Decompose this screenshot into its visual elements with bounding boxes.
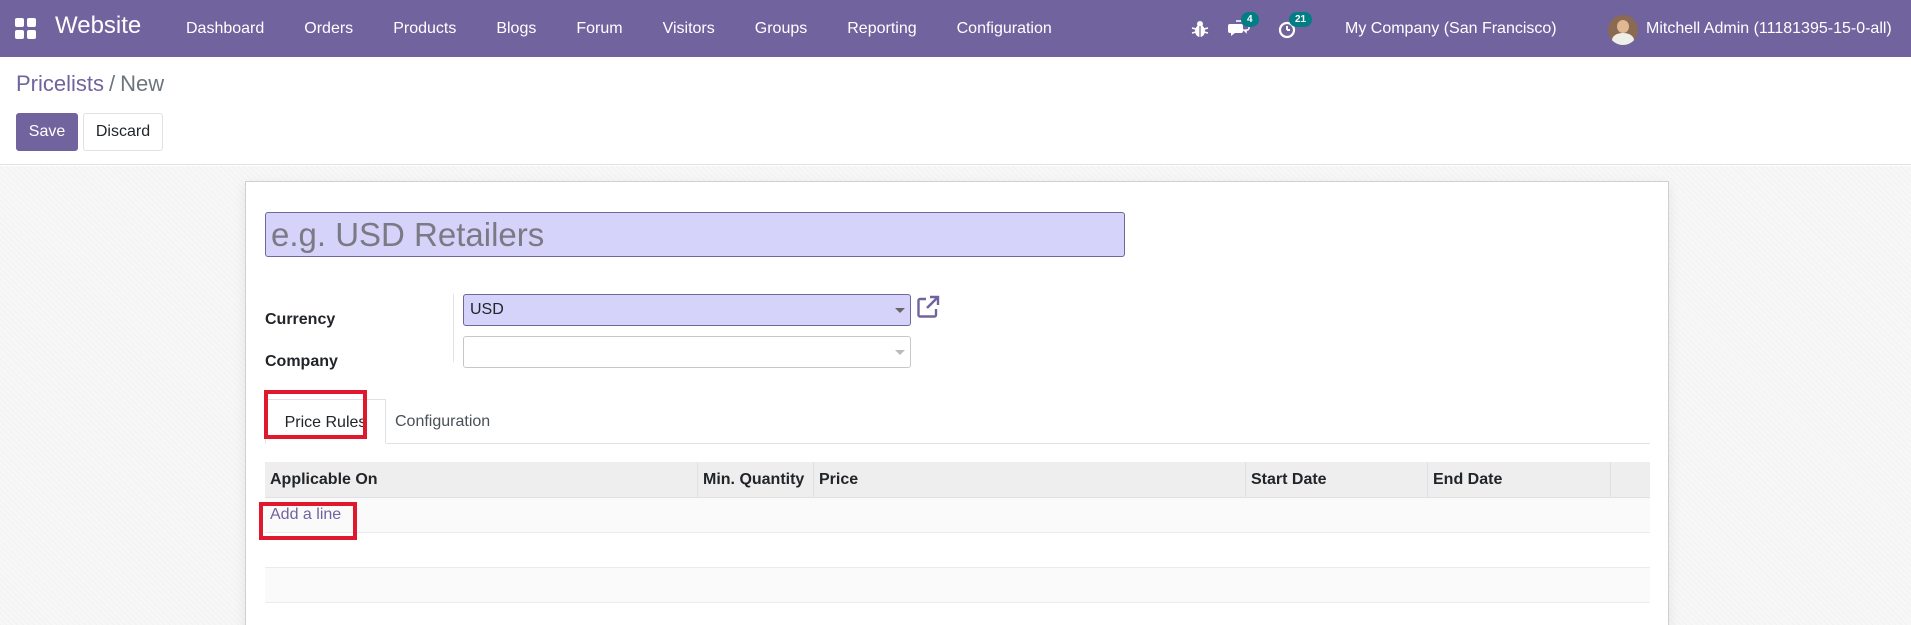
- column-min-quantity[interactable]: Min. Quantity: [698, 462, 814, 498]
- external-link-icon[interactable]: [915, 294, 941, 320]
- breadcrumb-pricelists-link[interactable]: Pricelists: [16, 71, 104, 96]
- form-view-background: Currency Company USD Price Rules Configu…: [0, 166, 1911, 625]
- tab-price-rules[interactable]: Price Rules: [265, 399, 386, 444]
- activities-badge: 21: [1289, 12, 1313, 27]
- currency-label: Currency: [265, 311, 336, 328]
- breadcrumb-separator: /: [109, 71, 116, 96]
- company-switcher[interactable]: My Company (San Francisco): [1345, 0, 1557, 57]
- menu-item-configuration[interactable]: Configuration: [937, 0, 1072, 57]
- user-menu[interactable]: Mitchell Admin (11181395-15-0-all): [1646, 0, 1892, 57]
- column-end-date[interactable]: End Date: [1428, 462, 1611, 498]
- app-switcher-icon[interactable]: [15, 18, 36, 39]
- menu-item-orders[interactable]: Orders: [284, 0, 373, 57]
- column-price[interactable]: Price: [814, 462, 1246, 498]
- pricelist-name-input[interactable]: [265, 212, 1125, 257]
- currency-select[interactable]: USD: [463, 294, 911, 326]
- menu-item-blogs[interactable]: Blogs: [476, 0, 556, 57]
- label-separator: [453, 294, 454, 362]
- breadcrumb-current: New: [120, 71, 165, 96]
- table-row: [265, 568, 1650, 603]
- activities-clock-icon[interactable]: 21: [1276, 12, 1313, 41]
- column-applicable-on[interactable]: Applicable On: [265, 462, 698, 498]
- price-rules-table: Applicable On Min. Quantity Price Start …: [265, 462, 1650, 603]
- menu-item-dashboard[interactable]: Dashboard: [166, 0, 284, 57]
- column-start-date[interactable]: Start Date: [1246, 462, 1428, 498]
- form-sheet: Currency Company USD Price Rules Configu…: [245, 181, 1669, 625]
- menu-item-reporting[interactable]: Reporting: [827, 0, 936, 57]
- table-row: [265, 533, 1650, 568]
- main-menu: Dashboard Orders Products Blogs Forum Vi…: [166, 0, 1072, 57]
- add-line-link[interactable]: Add a line: [270, 506, 341, 524]
- messages-icon[interactable]: 4: [1227, 12, 1259, 41]
- table-header: Applicable On Min. Quantity Price Start …: [265, 462, 1650, 498]
- chevron-down-icon: [895, 308, 905, 313]
- app-name[interactable]: Website: [55, 12, 141, 40]
- menu-item-visitors[interactable]: Visitors: [643, 0, 735, 57]
- table-row: Add a line: [265, 498, 1650, 533]
- menu-item-groups[interactable]: Groups: [735, 0, 827, 57]
- discard-button[interactable]: Discard: [83, 113, 163, 151]
- currency-value: USD: [470, 301, 504, 318]
- user-avatar[interactable]: [1608, 15, 1638, 45]
- top-navbar: Website Dashboard Orders Products Blogs …: [0, 0, 1911, 57]
- save-button[interactable]: Save: [16, 113, 78, 151]
- menu-item-products[interactable]: Products: [373, 0, 476, 57]
- chevron-down-icon: [895, 350, 905, 355]
- tab-configuration[interactable]: Configuration: [395, 399, 490, 444]
- messages-badge: 4: [1241, 12, 1259, 27]
- breadcrumb: Pricelists / New: [16, 71, 164, 97]
- column-optional-toggle[interactable]: [1611, 462, 1650, 498]
- control-panel: Pricelists / New Save Discard: [0, 57, 1911, 165]
- debug-bug-icon[interactable]: [1188, 17, 1212, 41]
- notebook-tabs: Price Rules Configuration: [265, 399, 1650, 444]
- company-select[interactable]: [463, 336, 911, 368]
- menu-item-forum[interactable]: Forum: [556, 0, 642, 57]
- company-label: Company: [265, 353, 338, 370]
